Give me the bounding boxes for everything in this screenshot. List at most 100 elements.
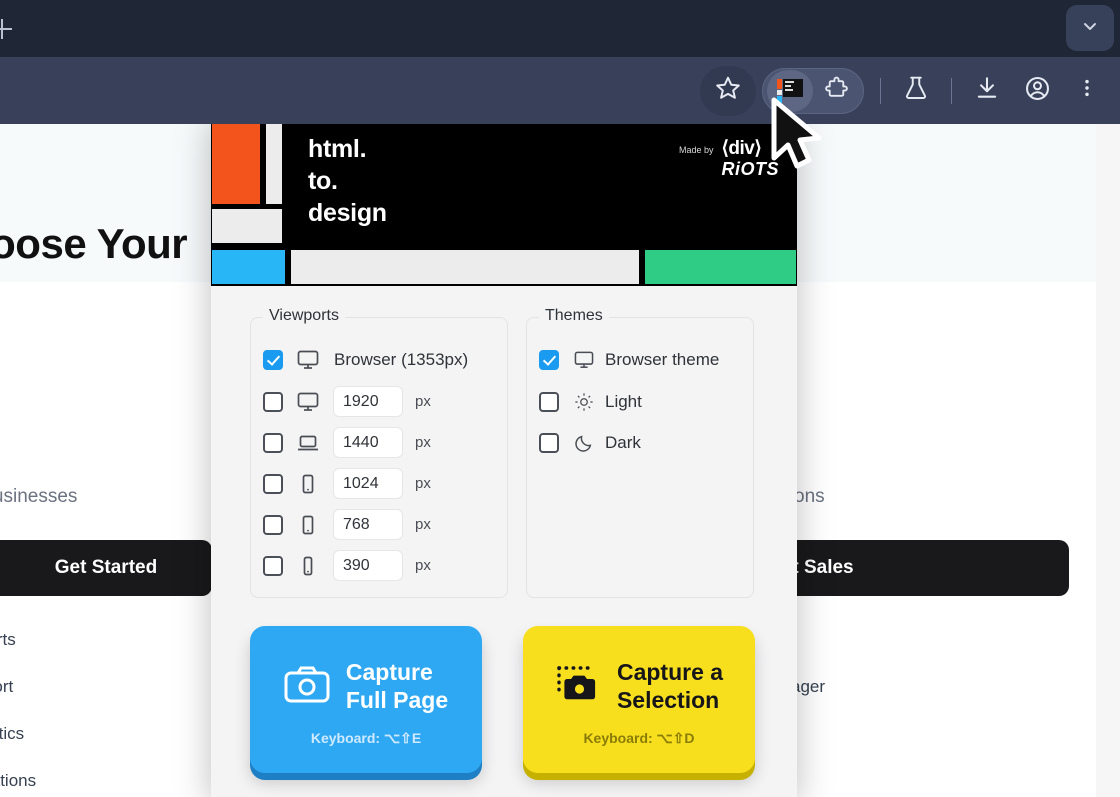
viewports-section: Viewports Browser (1353px) 1920 px 1440 … <box>250 307 508 598</box>
brand-line-1: html. <box>308 135 367 163</box>
viewport-option-1440[interactable]: 1440 px <box>263 422 507 463</box>
stripe-cyan-block <box>212 250 285 284</box>
capture-full-page-line-2: Full Page <box>345 687 449 713</box>
viewport-1920-input[interactable]: 1920 <box>333 386 403 417</box>
viewport-390-input[interactable]: 390 <box>333 550 403 581</box>
profile-button[interactable] <box>1012 66 1062 116</box>
viewport-1440-input[interactable]: 1440 <box>333 427 403 458</box>
phone-icon <box>296 554 320 578</box>
capture-full-page-text: Capture Full Page <box>346 658 448 714</box>
viewport-768-input[interactable]: 768 <box>333 509 403 540</box>
capture-selection-line-2: Selection <box>616 687 720 713</box>
viewport-1024-unit: px <box>415 475 431 492</box>
themes-section: Themes Browser theme Light Dark <box>526 307 754 598</box>
made-by-credit: Made by ⟨div⟩ RiOTS <box>679 139 779 178</box>
stripe-gray-block <box>291 250 639 284</box>
screenshot-root: hoose Your wing businesses Get Started i… <box>0 0 1120 797</box>
settings-sections: Viewports Browser (1353px) 1920 px 1440 … <box>250 307 758 598</box>
viewport-1440-checkbox[interactable] <box>263 432 283 453</box>
theme-browser-checkbox[interactable] <box>539 350 559 370</box>
theme-dark-checkbox[interactable] <box>539 432 559 453</box>
page-subtitle-right: ons <box>794 486 825 507</box>
viewport-option-1920[interactable]: 1920 px <box>263 381 507 422</box>
theme-option-dark[interactable]: Dark <box>539 422 753 463</box>
capture-selection-shortcut: Keyboard: ⌥⇧D <box>583 730 695 746</box>
capture-selection-line-1: Capture a <box>616 659 724 685</box>
viewport-768-unit: px <box>415 516 431 533</box>
brand-color-stripe <box>211 249 797 286</box>
get-started-button[interactable]: Get Started <box>0 540 212 596</box>
viewport-browser-label: Browser (1353px) <box>334 350 469 369</box>
extensions-puzzle-icon <box>824 76 849 106</box>
capture-full-page-shortcut: Keyboard: ⌥⇧E <box>310 730 422 746</box>
viewport-option-1024[interactable]: 1024 px <box>263 463 507 504</box>
toolbar-icon-group <box>700 57 1112 124</box>
mondrian-orange-block <box>212 112 260 204</box>
tab-search-chevron-button[interactable] <box>1066 5 1114 51</box>
toolbar-divider <box>951 77 952 104</box>
browser-menu-button[interactable] <box>1062 66 1112 116</box>
extensions-pill <box>762 67 864 114</box>
capture-full-page-button[interactable]: Capture Full Page Keyboard: ⌥⇧E <box>250 626 482 773</box>
viewport-option-390[interactable]: 390 px <box>263 545 507 586</box>
theme-light-label: Light <box>605 391 642 411</box>
brand-wordmark: html. to. design <box>308 133 387 229</box>
bookmark-star-icon <box>715 75 741 106</box>
capture-selection-button[interactable]: Capture a Selection Keyboard: ⌥⇧D <box>523 626 755 773</box>
theme-light-checkbox[interactable] <box>539 391 559 412</box>
brand-mondrian-blocks <box>211 111 287 249</box>
viewport-option-768[interactable]: 768 px <box>263 504 507 545</box>
more-kebab-icon <box>1076 77 1098 104</box>
stripe-green-block <box>645 250 796 284</box>
page-feature-item: ntegrations <box>0 771 37 790</box>
theme-dark-label: Dark <box>605 432 641 452</box>
extensions-menu-button[interactable] <box>813 70 859 112</box>
page-feature-item: imports <box>0 630 16 649</box>
monitor-icon <box>296 390 320 414</box>
toolbar-divider <box>880 77 881 104</box>
popup-header: html. to. design Made by ⟨div⟩ RiOTS <box>211 111 797 249</box>
new-tab-plus-icon[interactable] <box>0 19 12 39</box>
profile-avatar-icon <box>1024 75 1051 107</box>
mondrian-gray-block <box>212 209 282 243</box>
viewport-1920-unit: px <box>415 393 431 410</box>
viewport-1920-checkbox[interactable] <box>263 391 283 412</box>
viewport-1440-unit: px <box>415 434 431 451</box>
viewport-390-unit: px <box>415 557 431 574</box>
tablet-icon <box>296 472 320 496</box>
monitor-icon <box>296 348 320 372</box>
moon-icon <box>572 431 596 455</box>
browser-tab-strip <box>0 0 1120 57</box>
downloads-button[interactable] <box>962 66 1012 116</box>
brand-line-2: to. <box>308 167 338 195</box>
theme-option-light[interactable]: Light <box>539 381 753 422</box>
page-subtitle-left: wing businesses <box>0 486 78 507</box>
theme-browser-label: Browser theme <box>605 350 720 369</box>
viewport-1024-input[interactable]: 1024 <box>333 468 403 499</box>
capture-selection-text: Capture a Selection <box>617 658 723 714</box>
viewports-legend: Viewports <box>263 307 345 325</box>
browser-toolbar <box>0 57 1120 124</box>
viewport-390-checkbox[interactable] <box>263 555 283 576</box>
chevron-down-icon <box>1080 16 1100 41</box>
theme-option-browser[interactable]: Browser theme <box>539 340 753 380</box>
get-started-label: Get Started <box>54 557 158 578</box>
capture-actions: Capture Full Page Keyboard: ⌥⇧E Capture … <box>250 626 758 773</box>
bookmark-star-button[interactable] <box>700 65 756 116</box>
page-feature-item: analytics <box>0 724 25 743</box>
viewport-1024-checkbox[interactable] <box>263 473 283 494</box>
contact-sales-label: t Sales <box>792 557 854 578</box>
viewport-768-checkbox[interactable] <box>263 514 283 535</box>
divriots-logo: ⟨div⟩ RiOTS <box>721 139 779 178</box>
tablet-icon <box>296 513 320 537</box>
viewport-option-browser[interactable]: Browser (1353px) <box>263 340 507 380</box>
camera-selection-icon <box>555 664 601 709</box>
made-by-label: Made by <box>678 145 714 155</box>
experiments-button[interactable] <box>891 66 941 116</box>
page-feature-item: upport <box>0 677 14 696</box>
viewport-browser-checkbox[interactable] <box>263 350 283 370</box>
page-left-column: wing businesses Get Started imports uppo… <box>0 124 212 797</box>
htmltodesign-extension-button[interactable] <box>767 69 813 112</box>
page-right-gutter <box>1096 124 1120 797</box>
page-right-column: ons t Sales ager <box>729 124 1120 797</box>
